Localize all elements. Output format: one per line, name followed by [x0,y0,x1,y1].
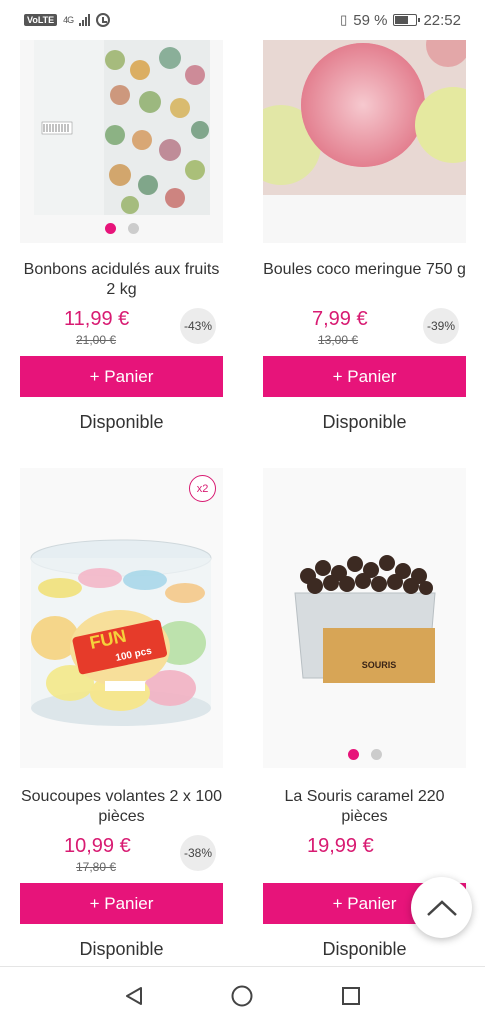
availability-status: Disponible [322,412,407,432]
product-image[interactable]: FUN 100 pcs [20,468,223,768]
volte-indicator: VoLTE [24,14,58,26]
availability-status: Disponible [79,412,164,432]
add-to-cart-button[interactable]: + Panier [20,356,223,397]
product-old-price: 17,80 € [76,860,117,874]
availability-status: Disponible [322,939,407,959]
product-name[interactable]: La Souris caramel 220 pièces [263,787,466,827]
product-price: 7,99 € [312,308,368,330]
recents-square-icon[interactable] [340,985,362,1007]
product-image[interactable]: SOURIS [263,468,466,768]
status-bar: VoLTE 4G ▯ 59 % 22:52 [0,0,485,40]
alarm-icon [96,13,111,27]
product-image[interactable] [263,40,466,243]
system-navigation-bar [0,966,485,1024]
product-price: 11,99 € [64,308,130,330]
back-triangle-icon[interactable] [123,985,145,1007]
battery-percent: 59 % [353,11,388,29]
battery-fill [395,16,409,24]
discount-badge: -39% [423,308,459,344]
quantity-badge: x2 [189,475,216,502]
product-name[interactable]: Boules coco meringue 750 g [263,260,466,280]
product-image[interactable] [20,40,223,243]
clock: 22:52 [423,11,461,29]
add-to-cart-button[interactable]: + Panier [263,356,466,397]
image-carousel-dots [20,223,223,234]
vibrate-icon: ▯ [340,12,348,27]
image-carousel-dots [263,749,466,760]
product-old-price: 21,00 € [76,333,117,347]
network-type: 4G [63,15,74,25]
carousel-dot[interactable] [370,749,382,760]
chevron-up-icon [426,899,457,916]
product-name[interactable]: Soucoupes volantes 2 x 100 pièces [20,787,223,827]
product-name[interactable]: Bonbons acidulés aux fruits 2 kg [20,260,223,300]
carousel-dot[interactable] [127,223,139,234]
add-to-cart-button[interactable]: + Panier [20,883,223,924]
discount-badge: -38% [180,835,216,871]
discount-badge: -43% [180,308,216,344]
product-price: 10,99 € [64,835,131,857]
battery-icon [393,14,421,26]
carousel-dot[interactable] [347,749,359,760]
availability-status: Disponible [79,939,164,959]
product-old-price: 13,00 € [318,333,359,347]
scroll-to-top-button[interactable] [411,877,472,938]
product-package-label: SOURIS [362,660,397,670]
signal-icon [79,14,91,26]
product-price: 19,99 € [307,835,374,857]
home-circle-icon[interactable] [230,984,254,1008]
carousel-dot[interactable] [104,223,116,234]
